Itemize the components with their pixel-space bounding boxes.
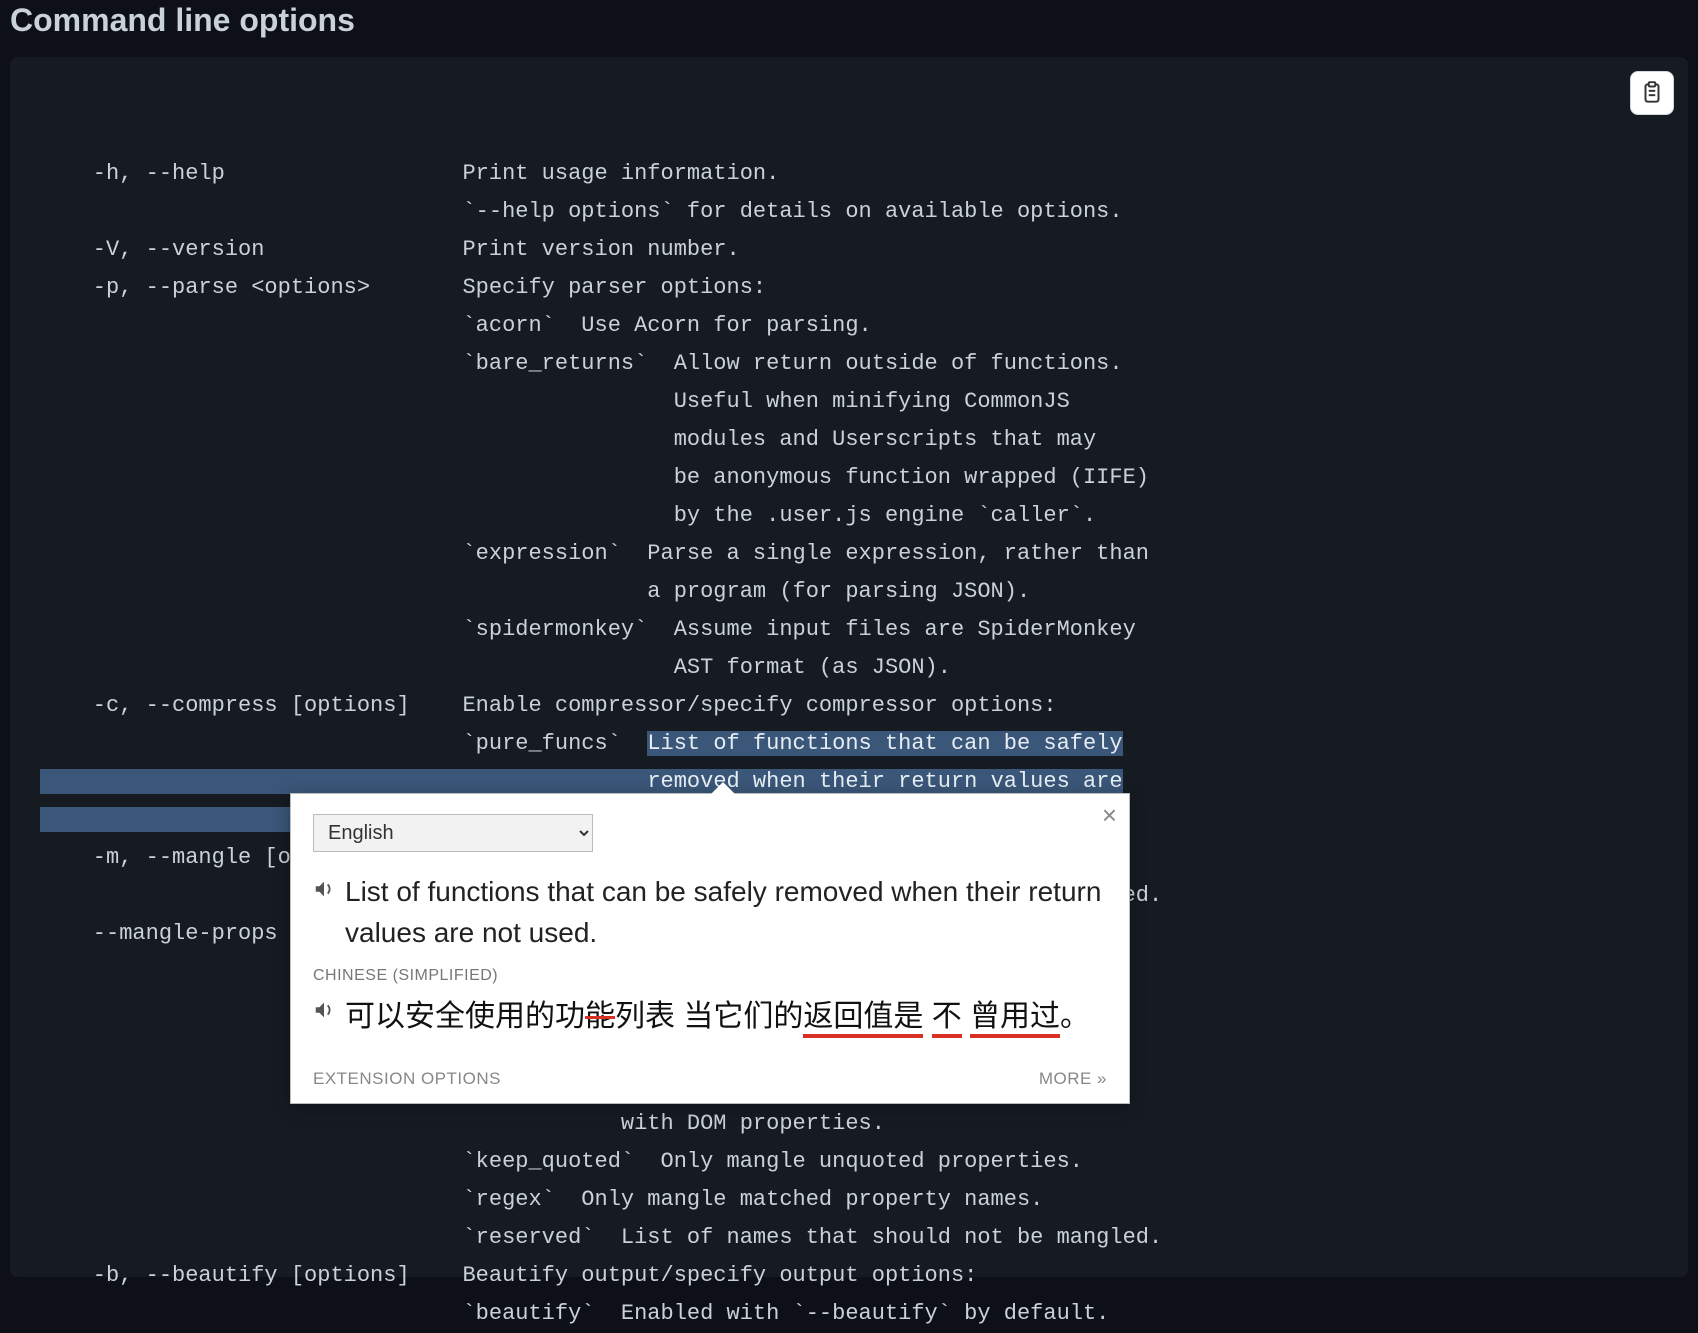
source-language-select[interactable]: English (313, 814, 593, 852)
code-line: `expression` Parse a single expression, … (40, 541, 1149, 566)
code-line: `spidermonkey` Assume input files are Sp… (40, 617, 1136, 642)
more-link[interactable]: MORE » (1039, 1069, 1107, 1089)
code-line: -h, --help Print usage information. (40, 161, 779, 186)
tgt-seg: 。 (1060, 1000, 1090, 1033)
clipboard-icon (1639, 80, 1665, 106)
code-line: modules and Userscripts that may (40, 427, 1096, 452)
tgt-seg-underlined: 不 (932, 1000, 962, 1038)
code-line: `pure_funcs` (40, 731, 647, 756)
code-line: `beautify` Enabled with `--beautify` by … (40, 1301, 1109, 1326)
tgt-seg-underlined: 返回值是 (803, 1000, 923, 1038)
code-line: `--help options` for details on availabl… (40, 199, 1123, 224)
code-line: `acorn` Use Acorn for parsing. (40, 313, 872, 338)
selected-text (40, 769, 647, 794)
code-line: by the .user.js engine `caller`. (40, 503, 1096, 528)
code-line: `bare_returns` Allow return outside of f… (40, 351, 1123, 376)
code-line: be anonymous function wrapped (IIFE) (40, 465, 1149, 490)
code-line: `reserved` List of names that should not… (40, 1225, 1162, 1250)
selected-text: List of functions that can be safely (647, 731, 1122, 756)
code-line: -c, --compress [options] Enable compress… (40, 693, 1057, 718)
tgt-seg: 可以安全使用的功 (345, 1000, 585, 1033)
code-line: -V, --version Print version number. (40, 237, 740, 262)
translate-popup: × English List of functions that can be … (290, 793, 1130, 1104)
code-line: AST format (as JSON). (40, 655, 951, 680)
code-line: Useful when minifying CommonJS (40, 389, 1070, 414)
source-text: List of functions that can be safely rem… (345, 872, 1107, 953)
code-line: -b, --beautify [options] Beautify output… (40, 1263, 977, 1288)
tgt-seg (923, 1000, 931, 1033)
extension-options-link[interactable]: EXTENSION OPTIONS (313, 1069, 501, 1089)
code-line: a program (for parsing JSON). (40, 579, 1030, 604)
speaker-icon[interactable] (313, 999, 335, 1026)
code-line: `regex` Only mangle matched property nam… (40, 1187, 1043, 1212)
speaker-icon[interactable] (313, 878, 335, 905)
tgt-seg-underlined: 曾用过 (970, 1000, 1060, 1038)
code-line: -p, --parse <options> Specify parser opt… (40, 275, 766, 300)
close-button[interactable]: × (1102, 802, 1117, 828)
code-line: `keep_quoted` Only mangle unquoted prope… (40, 1149, 1083, 1174)
section-heading: Command line options (0, 0, 1698, 57)
code-line: with DOM properties. (40, 1111, 885, 1136)
translated-text: 可以安全使用的功能列表 当它们的返回值是 不 曾用过。 (345, 993, 1090, 1041)
tgt-seg: 列表 当它们的 (615, 1000, 803, 1033)
copy-button[interactable] (1630, 71, 1674, 115)
tgt-seg-corrected: 能 (585, 1000, 615, 1033)
target-language-label: CHINESE (SIMPLIFIED) (313, 967, 1107, 985)
